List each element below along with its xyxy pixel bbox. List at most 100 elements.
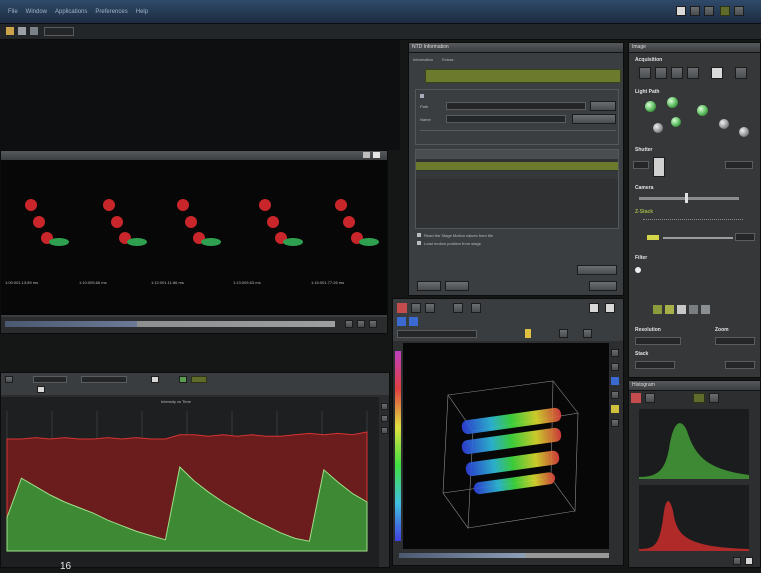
hist-tool-4[interactable] — [709, 393, 719, 403]
tool-icon-3[interactable] — [704, 6, 714, 16]
volume-tool-2[interactable] — [411, 303, 421, 313]
menu-help[interactable]: Help — [136, 9, 148, 15]
side-btn-3[interactable] — [381, 427, 388, 434]
image-canvas[interactable]: 1:09:001.13:89 ms 1:10:005.66 ms 1:12:00… — [1, 160, 387, 315]
ok-button[interactable] — [417, 281, 441, 291]
check2-row[interactable]: Load motion position from stage — [417, 241, 617, 246]
light-knob-1[interactable] — [645, 101, 656, 112]
timeline-last-button[interactable] — [369, 320, 377, 328]
swatch-5[interactable] — [701, 305, 710, 314]
zoom-select[interactable] — [715, 337, 755, 345]
hist-tool-3[interactable] — [693, 393, 705, 403]
menu-applications[interactable]: Applications — [55, 9, 87, 15]
toolbar-icon-c[interactable] — [30, 27, 38, 35]
light-knob-5[interactable] — [739, 127, 749, 137]
volume-tool-8[interactable] — [559, 329, 568, 338]
name-input[interactable] — [446, 115, 566, 123]
timeline-play-button[interactable] — [345, 320, 353, 328]
help-button[interactable] — [589, 281, 617, 291]
vside-3[interactable] — [611, 377, 619, 385]
tab-extras[interactable]: Extras — [442, 57, 453, 62]
vside-2[interactable] — [611, 363, 619, 371]
checkbox-icon[interactable] — [417, 241, 421, 245]
camera-slider-handle[interactable] — [685, 193, 688, 203]
tool-icon-2[interactable] — [690, 6, 700, 16]
checkbox-icon[interactable] — [417, 233, 421, 237]
volume-tool-4[interactable] — [453, 303, 463, 313]
tool-icon-4[interactable] — [720, 6, 730, 16]
volume-tool-3[interactable] — [425, 303, 435, 313]
volume-tool-6[interactable] — [589, 303, 599, 313]
filter-radio[interactable] — [635, 267, 641, 273]
hist-tool-2[interactable] — [645, 393, 655, 403]
vside-1[interactable] — [611, 349, 619, 357]
toolbar-icon-a[interactable] — [6, 27, 14, 35]
chart-combo-1[interactable] — [33, 376, 67, 383]
acq-btn-3[interactable] — [671, 67, 683, 79]
shutter-switch[interactable] — [653, 157, 665, 177]
tool-icon-5[interactable] — [734, 6, 744, 16]
hist-bottom-btn-1[interactable] — [733, 557, 741, 565]
acq-btn-6[interactable] — [735, 67, 747, 79]
volume-tool-7[interactable] — [605, 303, 615, 313]
vside-4[interactable] — [611, 391, 619, 399]
light-knob-4[interactable] — [719, 119, 729, 129]
chart-tool-3[interactable] — [179, 376, 187, 383]
volume-tool-red-icon[interactable] — [397, 303, 407, 313]
window-close-icon[interactable] — [373, 152, 380, 158]
hist-bottom-btn-2[interactable] — [745, 557, 753, 565]
z-stack-yellow-indicator[interactable] — [647, 235, 659, 240]
side-btn-2[interactable] — [381, 415, 388, 422]
timeline-next-button[interactable] — [357, 320, 365, 328]
volume-tool-9[interactable] — [583, 329, 592, 338]
z-stack-value[interactable] — [735, 233, 755, 241]
volume-tool-5[interactable] — [471, 303, 481, 313]
menu-preferences[interactable]: Preferences — [95, 9, 127, 15]
ntd-olive-bar[interactable] — [425, 69, 621, 83]
swatch-4[interactable] — [689, 305, 698, 314]
acq-btn-5[interactable] — [711, 67, 723, 79]
light-knob-6[interactable] — [653, 123, 663, 133]
stack-value[interactable] — [725, 361, 755, 369]
light-knob-7[interactable] — [671, 117, 681, 127]
swatch-3[interactable] — [677, 305, 686, 314]
vside-6[interactable] — [611, 419, 619, 427]
form-checkbox[interactable] — [420, 94, 424, 98]
chart-tool-1[interactable] — [5, 376, 13, 383]
cancel-button[interactable] — [445, 281, 469, 291]
path-input[interactable] — [446, 102, 586, 110]
volume-tool-blue-2[interactable] — [409, 317, 418, 326]
toolbar-combo[interactable] — [44, 27, 74, 36]
tool-icon-1[interactable] — [676, 6, 686, 16]
side-btn-1[interactable] — [381, 403, 388, 410]
chart-tool-5[interactable] — [37, 386, 45, 393]
acq-btn-4[interactable] — [687, 67, 699, 79]
swatch-1[interactable] — [653, 305, 662, 314]
table-row-selected[interactable] — [416, 162, 618, 170]
volume-yellow-icon[interactable] — [525, 329, 531, 338]
histogram-red[interactable] — [639, 485, 749, 551]
volume-bottom-slider[interactable] — [399, 553, 609, 558]
vside-5[interactable] — [611, 405, 619, 413]
toolbar-icon-b[interactable] — [18, 27, 26, 35]
acq-btn-2[interactable] — [655, 67, 667, 79]
light-knob-3[interactable] — [697, 105, 708, 116]
tab-information[interactable]: Information — [413, 57, 433, 62]
chart-tool-2[interactable] — [151, 376, 159, 383]
shutter-field-2[interactable] — [725, 161, 753, 169]
resolution-select[interactable] — [635, 337, 681, 345]
browse-button-2[interactable] — [572, 114, 616, 124]
chart-area[interactable]: Intensity vs Time — [1, 397, 379, 567]
z-stack-slider[interactable] — [663, 237, 733, 239]
stack-select[interactable] — [635, 361, 675, 369]
check1-row[interactable]: Read the Stage Motion values from file — [417, 233, 617, 238]
volume-render-canvas[interactable] — [403, 343, 609, 549]
histogram-green[interactable] — [639, 409, 749, 479]
light-knob-2[interactable] — [667, 97, 678, 108]
hist-tool-red-icon[interactable] — [631, 393, 641, 403]
menu-window[interactable]: Window — [26, 9, 47, 15]
apply-button[interactable] — [577, 265, 617, 275]
window-max-icon[interactable] — [363, 152, 370, 158]
swatch-2[interactable] — [665, 305, 674, 314]
acq-btn-1[interactable] — [639, 67, 651, 79]
